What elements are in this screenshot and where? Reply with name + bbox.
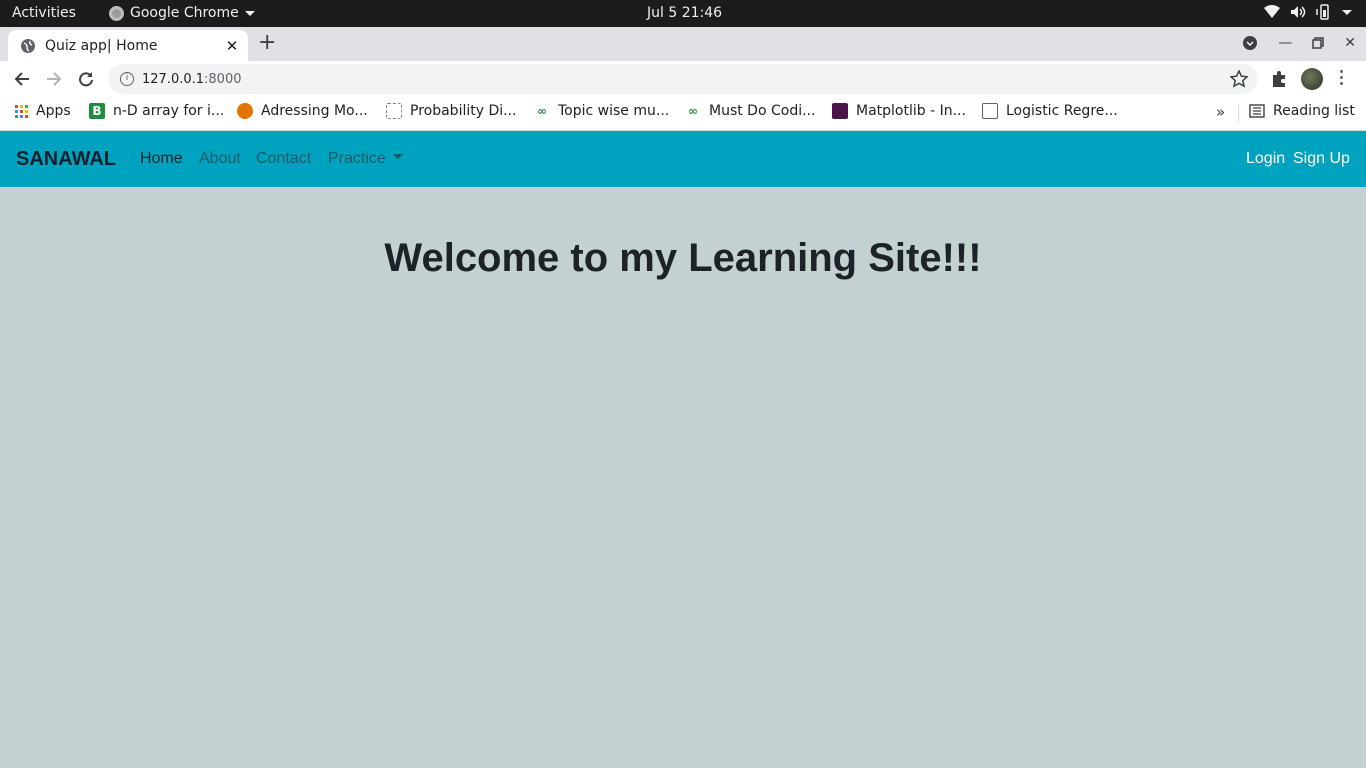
url-host: 127.0.0.1 — [142, 71, 205, 87]
tab-strip: Quiz app| Home ✕ + — ✕ — [0, 27, 1366, 61]
bookmark-label: Probability Di... — [410, 103, 517, 119]
bookmark-apps[interactable]: Apps — [15, 103, 71, 119]
url-port: :8000 — [204, 71, 242, 87]
extensions-icon[interactable] — [1270, 70, 1288, 88]
site-brand[interactable]: SANAWAL — [16, 148, 116, 171]
minimize-icon[interactable]: — — [1278, 35, 1292, 51]
new-tab-button[interactable]: + — [258, 32, 276, 54]
tray-menu-caret-icon — [1342, 9, 1352, 15]
bookmark-matplotlib[interactable]: Matplotlib - In... — [832, 103, 966, 119]
address-bar[interactable]: i 127.0.0.1:8000 — [108, 64, 1258, 94]
bookmark-nd-array[interactable]: B n-D array for i... — [89, 103, 224, 119]
reading-list-icon — [1249, 104, 1265, 118]
nav-about[interactable]: About — [199, 150, 241, 168]
nav-practice-label: Practice — [328, 150, 386, 167]
bookmark-star-icon[interactable] — [1230, 70, 1248, 88]
ml-icon — [832, 103, 848, 119]
tutorial-icon — [237, 103, 253, 119]
window-controls: — ✕ — [1242, 35, 1356, 51]
site-info-icon[interactable]: i — [120, 72, 134, 86]
battery-icon — [1316, 4, 1329, 20]
bookmark-probability[interactable]: Probability Di... — [386, 103, 516, 119]
profile-avatar[interactable] — [1301, 68, 1323, 90]
bookmarks-bar: Apps B n-D array for i... Adressing Mo..… — [0, 97, 1366, 131]
chrome-menu-icon[interactable] — [1340, 70, 1343, 85]
browser-toolbar: i 127.0.0.1:8000 — [0, 61, 1366, 97]
reading-list-label: Reading list — [1273, 103, 1355, 119]
bookmark-label: Topic wise mu... — [558, 103, 670, 119]
signup-link[interactable]: Sign Up — [1293, 150, 1350, 168]
apps-grid-icon — [15, 104, 28, 118]
bookmark-must-do-coding[interactable]: ∞ Must Do Codi... — [685, 103, 815, 119]
b-icon: B — [89, 103, 105, 119]
bookmark-label: Matplotlib - In... — [856, 103, 966, 119]
chevron-down-icon — [244, 10, 255, 16]
system-tray[interactable] — [1264, 4, 1352, 20]
building-icon — [982, 103, 998, 119]
close-window-icon[interactable]: ✕ — [1344, 35, 1356, 51]
dice-icon — [386, 103, 402, 119]
close-tab-icon[interactable]: ✕ — [220, 37, 244, 55]
tab-quiz-app[interactable]: Quiz app| Home ✕ — [8, 30, 248, 61]
gfg-icon: ∞ — [688, 104, 698, 118]
clock[interactable]: Jul 5 21:46 — [647, 5, 722, 21]
more-bookmarks-icon[interactable]: » — [1216, 103, 1225, 121]
app-menu[interactable]: Google Chrome — [109, 5, 255, 21]
volume-icon — [1291, 6, 1306, 18]
reading-list-button[interactable]: Reading list — [1249, 103, 1355, 119]
site-navbar: SANAWAL Home About Contact Practice Logi… — [0, 131, 1366, 187]
bookmark-logistic-regression[interactable]: Logistic Regre... — [982, 103, 1118, 119]
tab-search-icon[interactable] — [1242, 35, 1258, 51]
restore-icon[interactable] — [1312, 37, 1325, 49]
gfg-icon: ∞ — [537, 104, 547, 118]
reload-icon — [79, 72, 93, 87]
chrome-icon — [109, 5, 124, 21]
page-heading: Welcome to my Learning Site!!! — [384, 236, 982, 280]
arrow-left-icon — [14, 72, 29, 86]
activities-button[interactable]: Activities — [12, 5, 76, 21]
bookmark-label: Must Do Codi... — [709, 103, 816, 119]
bookmarks-divider — [1238, 105, 1239, 123]
bookmark-label: Adressing Mo... — [261, 103, 368, 119]
bookmark-topic-wise[interactable]: ∞ Topic wise mu... — [534, 103, 669, 119]
app-menu-label: Google Chrome — [130, 5, 239, 21]
chevron-down-icon — [392, 154, 403, 160]
login-link[interactable]: Login — [1246, 150, 1285, 168]
back-button[interactable] — [12, 69, 32, 89]
os-top-bar: Activities Google Chrome Jul 5 21:46 — [0, 0, 1366, 27]
forward-button[interactable] — [44, 69, 64, 89]
tab-title: Quiz app| Home — [45, 37, 158, 54]
nav-contact[interactable]: Contact — [256, 150, 311, 168]
bookmark-label: n-D array for i... — [113, 103, 225, 119]
nav-home[interactable]: Home — [140, 150, 183, 168]
wifi-icon — [1264, 5, 1280, 18]
reload-button[interactable] — [76, 69, 96, 89]
bookmark-label: Logistic Regre... — [1006, 103, 1118, 119]
bookmark-label: Apps — [36, 103, 71, 119]
bookmark-adressing-modes[interactable]: Adressing Mo... — [237, 103, 368, 119]
globe-icon — [21, 38, 35, 53]
arrow-right-icon — [47, 72, 62, 86]
nav-practice-dropdown[interactable]: Practice — [328, 150, 403, 168]
